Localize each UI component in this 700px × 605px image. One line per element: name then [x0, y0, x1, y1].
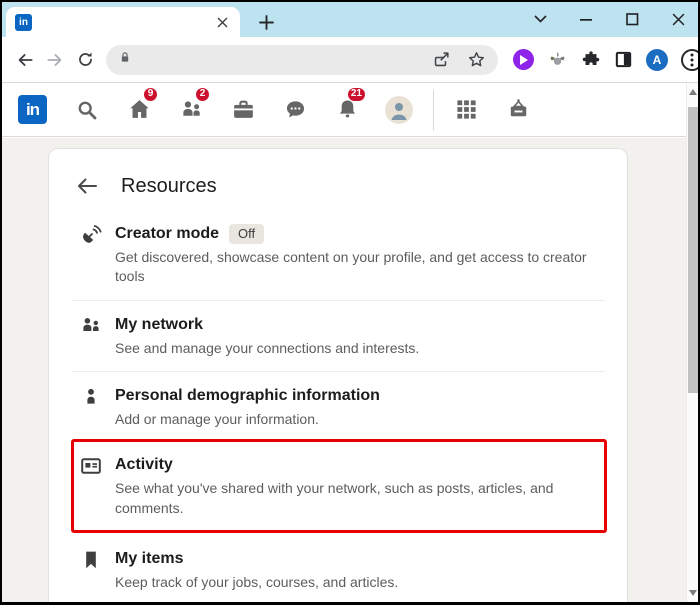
share-icon[interactable] — [432, 50, 451, 69]
lock-icon[interactable] — [118, 50, 132, 70]
row-title: Activity — [115, 456, 173, 474]
list-item-activity[interactable]: Activity See what you've shared with you… — [74, 442, 604, 530]
extension-cluster: A — [513, 48, 698, 71]
window-controls — [530, 6, 688, 32]
person-icon — [79, 385, 103, 409]
back-icon[interactable] — [10, 45, 40, 75]
row-description: Add or manage your information. — [115, 410, 319, 427]
page-scrollbar[interactable] — [686, 83, 698, 602]
close-window-icon[interactable] — [668, 9, 688, 29]
nav-jobs-icon[interactable] — [217, 84, 269, 136]
my-network-badge: 2 — [195, 86, 210, 102]
play-extension-icon[interactable] — [513, 49, 534, 70]
list-item-my-network[interactable]: My network See and manage your connectio… — [71, 301, 605, 372]
advertise-icon[interactable] — [492, 84, 544, 136]
row-body: My items Keep track of your jobs, course… — [115, 548, 398, 592]
address-bar-actions — [432, 50, 486, 69]
list-item-personal-demographic[interactable]: Personal demographic information Add or … — [71, 372, 605, 439]
search-icon[interactable] — [61, 84, 113, 136]
row-title: My items — [115, 549, 184, 567]
back-arrow-icon[interactable] — [75, 174, 99, 198]
red-highlight-box: Activity See what you've shared with you… — [71, 439, 607, 533]
page-content: Resources Creator mode Off Get discovere… — [2, 138, 698, 602]
bookmark-icon — [79, 548, 103, 572]
apps-grid-icon[interactable] — [440, 84, 492, 136]
page-title: Resources — [121, 174, 217, 197]
list-item-my-items[interactable]: My items Keep track of your jobs, course… — [71, 533, 605, 602]
scroll-down-icon[interactable] — [689, 590, 697, 596]
row-body: Personal demographic information Add or … — [115, 385, 380, 429]
nav-divider — [433, 89, 434, 130]
satellite-icon — [79, 223, 103, 247]
row-body: Activity See what you've shared with you… — [115, 454, 596, 518]
forward-icon[interactable] — [40, 45, 70, 75]
new-tab-button[interactable] — [254, 10, 278, 34]
home-badge: 9 — [143, 86, 158, 102]
browser-menu-icon[interactable] — [681, 48, 698, 71]
chrome-profile-avatar[interactable]: A — [646, 48, 668, 71]
row-description: Keep track of your jobs, courses, and ar… — [115, 573, 399, 590]
people-icon — [79, 314, 103, 338]
nav-profile-avatar[interactable] — [373, 84, 425, 136]
linkedin-logo[interactable]: in — [18, 95, 47, 124]
bookmark-star-icon[interactable] — [467, 50, 486, 69]
minimize-icon[interactable] — [576, 9, 596, 29]
newspaper-icon — [79, 454, 103, 478]
hands-extension-icon[interactable] — [547, 49, 568, 70]
creator-mode-status-badge: Off — [229, 224, 265, 244]
row-description: See what you've shared with your network… — [115, 480, 554, 516]
browser-tab[interactable]: in — [6, 7, 240, 37]
maximize-icon[interactable] — [622, 9, 642, 29]
row-title: Personal demographic information — [115, 386, 380, 404]
row-body: My network See and manage your connectio… — [115, 314, 419, 358]
card-header: Resources — [49, 149, 627, 210]
scroll-up-icon[interactable] — [689, 89, 697, 95]
contrast-extension-icon[interactable] — [614, 50, 633, 69]
row-description: See and manage your connections and inte… — [115, 339, 420, 356]
nav-notifications-icon[interactable]: 21 — [321, 84, 373, 136]
nav-my-network-icon[interactable]: 2 — [165, 84, 217, 136]
nav-messaging-icon[interactable] — [269, 84, 321, 136]
linkedin-favicon-icon: in — [15, 13, 32, 31]
row-title: Creator mode Off — [115, 223, 605, 245]
notifications-badge: 21 — [346, 86, 366, 102]
tab-strip: in — [2, 2, 698, 37]
resources-card: Resources Creator mode Off Get discovere… — [48, 148, 628, 602]
list-item-creator-mode[interactable]: Creator mode Off Get discovered, showcas… — [71, 210, 605, 301]
browser-window: in A in 9 2 21 Resources Creator mode Of… — [0, 0, 700, 605]
row-body: Creator mode Off Get discovered, showcas… — [115, 223, 605, 287]
row-description: Get discovered, showcase content on your… — [115, 249, 587, 285]
browser-toolbar: A — [2, 37, 698, 83]
scrollbar-thumb[interactable] — [688, 107, 698, 393]
tab-close-icon[interactable] — [213, 13, 231, 31]
avatar — [385, 95, 413, 124]
row-title: My network — [115, 315, 204, 333]
address-bar[interactable] — [106, 44, 498, 75]
linkedin-navbar: in 9 2 21 — [2, 83, 698, 137]
nav-home-icon[interactable]: 9 — [113, 84, 165, 136]
window-restore-chevron-icon[interactable] — [530, 9, 550, 29]
reload-icon[interactable] — [70, 45, 100, 75]
extensions-puzzle-icon[interactable] — [581, 50, 601, 70]
